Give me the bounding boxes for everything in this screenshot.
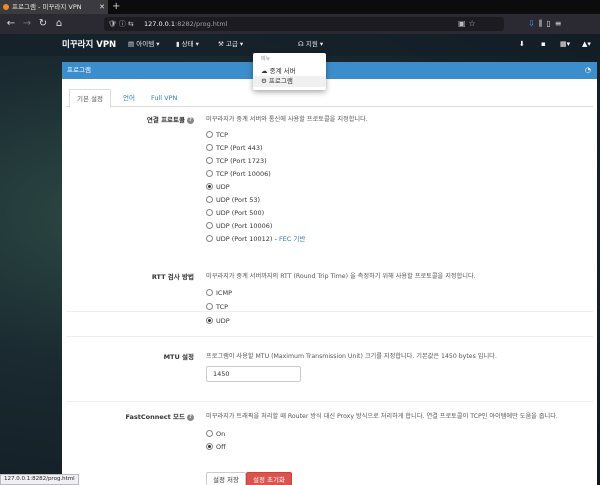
url-bar[interactable]: 127.0.0.1:8282/prog.html [104,17,504,31]
protocol-option[interactable]: TCP (Port 10006) [206,169,271,179]
radio-icon [206,289,213,296]
site-info-icon[interactable]: 🛡ⓘ⇆ [108,17,142,31]
protocol-option[interactable]: TCP (Port 443) [206,143,263,153]
radio-checked-icon [206,317,213,324]
url-host: 127.0.0.1 [144,20,176,28]
save-button[interactable]: 설정 저장 [206,472,246,485]
protocol-option[interactable]: UDP (Port 10012) - FEC 기반 [206,234,305,244]
menu-icon: ≡ [554,19,566,28]
mtu-desc: 프로그램이 사용할 MTU (Maximum Transmission Unit… [206,353,497,360]
radio-icon [206,157,213,164]
forward-icon[interactable]: → [20,17,34,31]
tab-language[interactable]: 언어 [116,89,142,107]
tab-basic[interactable]: 기본 설정 [69,89,111,108]
url-path: :8282/prog.html [175,20,228,28]
chart-icon: ▮ [176,40,180,48]
close-tab-icon[interactable]: ✕ [99,0,105,14]
radio-icon [206,144,213,151]
browser-tab-bar: 프로그램 - 미꾸라지 VPN ✕ + [0,0,600,14]
panel-title: 프로그램 [67,66,91,74]
user-icon[interactable]: ▲▾ [582,34,591,54]
radio-icon [206,196,213,203]
panel-header: 프로그램 ◔ [62,62,597,79]
browser-toolbar: ← → ↻ ⌂ 127.0.0.1:8282/prog.html 🛡ⓘ⇆ ▣☆ [0,14,600,34]
mtu-row: MTU 설정 프로그램이 사용할 MTU (Maximum Transmissi… [66,347,593,402]
settings-panel: 프로그램 ◔ 기본 설정 언어 Full VPN 연결 프로토콜? 미꾸라지가 … [62,62,597,485]
rtt-option[interactable]: TCP [206,302,228,312]
menu-status-label: 상태 ▾ [181,40,199,48]
rtt-label: RTT 검사 방법 [151,273,194,281]
protocol-option[interactable]: TCP [206,130,228,140]
fastconnect-desc: 미꾸라지가 트래픽을 처리할 때 Router 방식 대신 Proxy 방식으로… [206,413,558,420]
sidebar-icon: ▯ [546,19,555,28]
mtu-label: MTU 설정 [163,353,194,361]
status-bar-url: 127.0.0.1:8282/prog.html [0,474,79,485]
radio-checked-icon [206,443,213,450]
dropdown-item-program[interactable]: ⚙ 프로그램 [253,76,326,87]
new-tab-icon[interactable]: + [112,0,120,14]
mtu-input[interactable]: 1450 [206,366,301,382]
protocol-label: 연결 프로토콜? [66,114,194,124]
menu-advanced-label: 고급 ▾ [225,40,244,48]
tab-full-vpn[interactable]: Full VPN [144,89,184,107]
dropdown-item-relay-server[interactable]: ☁ 중계 서버 [261,65,296,75]
browser-tab-title: 프로그램 - 미꾸라지 VPN [12,3,82,11]
radio-icon [206,209,213,216]
protocol-option[interactable]: UDP (Port 10006) [206,221,272,231]
rtt-option[interactable]: UDP [206,316,230,326]
bookmark-star-icon[interactable]: ▣☆ [458,17,479,31]
fastconnect-row: FastConnect 모드? 미꾸라지가 트래픽을 처리할 때 Router … [66,407,593,462]
fastconnect-option[interactable]: On [206,429,225,439]
help-icon[interactable]: ? [187,413,194,421]
menu-items-label: 아이템 ▾ [136,40,160,48]
download-icon: ⇩ [528,19,539,28]
gear-icon: ⚙ [261,77,267,85]
radio-icon [206,303,213,310]
radio-icon [206,131,213,138]
menu-advanced[interactable]: ⚒ 고급 ▾ [218,34,243,54]
protocol-option[interactable]: UDP (Port 53) [206,195,260,205]
list-icon: ▤ [128,40,135,48]
toolbar-right-icons[interactable]: ⇩⫼▯≡ [528,17,566,31]
help-icon[interactable]: ? [187,116,194,124]
radio-icon [206,235,213,242]
menu-support-label: 지원 ▾ [305,40,324,48]
browser-tab[interactable]: 프로그램 - 미꾸라지 VPN ✕ [0,0,108,14]
dropdown-header: 메뉴 [261,56,271,62]
protocol-desc: 미꾸라지가 중계 서버와 통신에 사용할 프로토콜을 지정합니다. [206,116,368,123]
rtt-desc: 미꾸라지가 중계 서버까지의 RTT (Round Trip Time) 을 측… [206,273,476,280]
reset-button[interactable]: 설정 초기화 [246,472,292,485]
fastconnect-label: FastConnect 모드? [66,411,194,421]
radio-checked-icon [206,183,213,190]
radio-icon [206,170,213,177]
rtt-option[interactable]: ICMP [206,288,232,298]
fec-link[interactable]: FEC 기반 [279,235,305,243]
radio-icon [206,222,213,229]
fastconnect-option[interactable]: Off [206,442,226,452]
panel-tabs: 기본 설정 언어 Full VPN [66,89,593,108]
gauge-icon[interactable]: ◔ [585,62,591,79]
menu-items[interactable]: ▤ 아이템 ▾ [128,34,160,54]
menu-support[interactable]: ☊ 지원 ▾ [298,34,323,54]
protocol-option[interactable]: TCP (Port 1723) [206,156,267,166]
grid-icon[interactable]: ▦▾ [560,34,570,54]
brand[interactable]: 미꾸라지 VPN [62,34,116,56]
favicon-icon [3,4,9,10]
message-icon[interactable]: ▪ [541,34,546,54]
wrench-icon: ⚒ [218,40,224,48]
back-icon[interactable]: ← [4,17,18,31]
protocol-option[interactable]: UDP (Port 500) [206,208,264,218]
rtt-row: RTT 검사 방법 미꾸라지가 중계 서버까지의 RTT (Round Trip… [66,267,593,337]
headset-icon: ☊ [298,40,304,48]
cloud-icon: ☁ [261,67,268,75]
radio-icon [206,430,213,437]
menu-status[interactable]: ▮ 상태 ▾ [176,34,199,54]
reload-icon[interactable]: ↻ [36,17,50,31]
download-app-icon[interactable]: ⬇ [519,34,525,54]
advanced-dropdown: 메뉴 ☁ 중계 서버 ⚙ 프로그램 [253,53,326,90]
protocol-option[interactable]: UDP [206,182,230,192]
home-icon[interactable]: ⌂ [52,17,66,31]
